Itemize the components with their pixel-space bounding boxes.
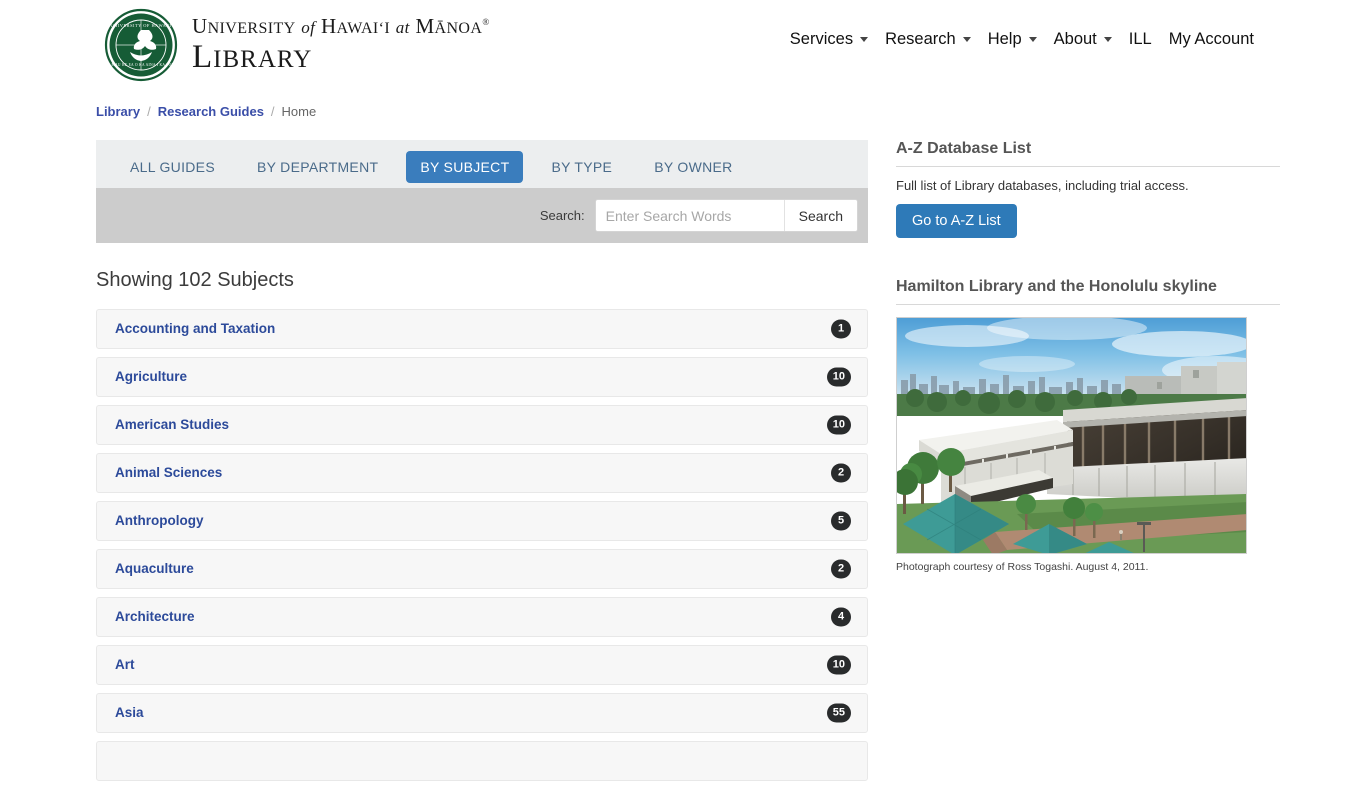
nav-item-about[interactable]: About <box>1054 30 1112 49</box>
subject-name[interactable]: Animal Sciences <box>115 465 222 480</box>
breadcrumb-separator: / <box>270 104 275 119</box>
search-bar: Search: Search <box>96 188 868 243</box>
az-database-box: A-Z Database List Full list of Library d… <box>896 140 1280 238</box>
subject-row-agriculture[interactable]: Agriculture 10 <box>96 356 868 397</box>
nav-label: Help <box>987 30 1022 48</box>
subject-name[interactable]: Accounting and Taxation <box>115 321 275 336</box>
breadcrumb-separator: / <box>147 104 151 119</box>
site-header: UNIVERSITY OF HAWAI'I UA MAU KE EA O KA … <box>0 0 1366 92</box>
wordmark-of: of <box>301 18 316 37</box>
wordmark-manoa-rest: ĀNOA <box>434 20 483 37</box>
nav-item-research[interactable]: Research <box>885 30 971 49</box>
wordmark-university-cap: U <box>192 14 208 38</box>
main-navigation: Services Research Help About ILL My Acco… <box>790 30 1254 49</box>
breadcrumb-item-research-guides[interactable]: Research Guides <box>158 104 264 119</box>
nav-label: About <box>1053 30 1097 48</box>
tab-by-owner[interactable]: BY OWNER <box>640 151 746 183</box>
wordmark-registered-mark: ® <box>482 17 490 27</box>
nav-label: Services <box>789 30 854 48</box>
chevron-down-icon <box>962 37 971 42</box>
tab-by-type[interactable]: BY TYPE <box>537 151 626 183</box>
search-input[interactable] <box>595 200 784 231</box>
nav-item-ill[interactable]: ILL <box>1129 30 1152 49</box>
subject-row-art[interactable]: Art 10 <box>96 644 868 685</box>
nav-item-services[interactable]: Services <box>789 30 869 49</box>
nav-label: ILL <box>1128 30 1152 48</box>
subject-name[interactable]: Asia <box>115 705 144 720</box>
breadcrumb-item-home: Home <box>281 104 317 119</box>
subject-guide-count-badge: 10 <box>826 655 851 675</box>
wordmark-hawaii-rest: AWAIʻI <box>336 20 391 37</box>
nav-item-help[interactable]: Help <box>988 30 1037 49</box>
breadcrumb-item-library[interactable]: Library <box>96 104 140 119</box>
search-input-group: Search <box>594 199 858 232</box>
subject-guide-count-badge: 10 <box>826 367 851 387</box>
hamilton-library-photo-box: Hamilton Library and the Honolulu skylin… <box>896 278 1280 573</box>
subject-row-aquaculture[interactable]: Aquaculture 2 <box>96 548 868 589</box>
subject-row-architecture[interactable]: Architecture 4 <box>96 596 868 637</box>
search-button[interactable]: Search <box>783 200 857 231</box>
subject-row-american-studies[interactable]: American Studies 10 <box>96 404 868 445</box>
go-to-az-list-button[interactable]: Go to A-Z List <box>896 204 1017 238</box>
sidebar-column: A-Z Database List Full list of Library d… <box>896 140 1280 573</box>
subject-name[interactable]: Agriculture <box>115 369 187 384</box>
subject-guide-count-badge: 2 <box>831 559 851 579</box>
main-column: ALL GUIDES BY DEPARTMENT BY SUBJECT BY T… <box>96 140 868 789</box>
photo-caption: Photograph courtesy of Ross Togashi. Aug… <box>896 561 1149 573</box>
tab-by-subject[interactable]: BY SUBJECT <box>406 151 524 183</box>
subject-row-animal-sciences[interactable]: Animal Sciences 2 <box>96 452 868 493</box>
az-database-description: Full list of Library databases, includin… <box>896 178 1189 193</box>
wordmark-hawaii-cap: H <box>320 14 337 38</box>
subject-guide-count-badge: 10 <box>826 415 851 435</box>
tab-all-guides[interactable]: ALL GUIDES <box>116 151 229 183</box>
subject-name[interactable]: Anthropology <box>115 513 203 528</box>
nav-label: My Account <box>1168 30 1254 48</box>
results-count-heading: Showing 102 Subjects <box>96 269 294 291</box>
subject-name[interactable]: Art <box>115 657 135 672</box>
wordmark-at: at <box>395 18 410 37</box>
chevron-down-icon <box>860 37 869 42</box>
chevron-down-icon <box>1103 37 1112 42</box>
tab-by-department[interactable]: BY DEPARTMENT <box>243 151 392 183</box>
chevron-down-icon <box>1028 37 1037 42</box>
photo-box-title: Hamilton Library and the Honolulu skylin… <box>896 278 1280 305</box>
subject-list: Accounting and Taxation 1 Agriculture 10… <box>96 308 868 781</box>
subject-name[interactable]: Architecture <box>115 609 195 624</box>
subject-name[interactable]: American Studies <box>115 417 229 432</box>
subject-guide-count-badge: 5 <box>831 511 851 531</box>
uh-manoa-seal-icon: UNIVERSITY OF HAWAI'I UA MAU KE EA O KA … <box>104 8 178 82</box>
subject-guide-count-badge: 1 <box>831 319 851 339</box>
subject-guide-count-badge: 4 <box>831 607 851 627</box>
wordmark-library-cap: L <box>192 39 214 75</box>
wordmark-library-rest: IBRARY <box>213 46 313 73</box>
hamilton-library-photo <box>896 317 1247 554</box>
subject-row-anthropology[interactable]: Anthropology 5 <box>96 500 868 541</box>
subject-row-asia[interactable]: Asia 55 <box>96 692 868 733</box>
az-database-title: A-Z Database List <box>896 140 1280 167</box>
nav-item-my-account[interactable]: My Account <box>1169 30 1254 49</box>
site-brand[interactable]: UNIVERSITY OF HAWAI'I UA MAU KE EA O KA … <box>104 8 490 82</box>
subject-row-accounting-and-taxation[interactable]: Accounting and Taxation 1 <box>96 308 868 349</box>
breadcrumb: Library / Research Guides / Home <box>96 104 316 119</box>
wordmark-manoa-cap: M <box>415 14 435 38</box>
subject-guide-count-badge: 55 <box>826 703 851 723</box>
subject-row-partial-next[interactable] <box>96 740 868 781</box>
subject-guide-count-badge: 2 <box>831 463 851 483</box>
svg-text:UNIVERSITY OF HAWAI'I: UNIVERSITY OF HAWAI'I <box>110 23 171 28</box>
svg-text:UA MAU KE EA O KA AINA I KA PO: UA MAU KE EA O KA AINA I KA PONO <box>105 63 178 67</box>
nav-label: Research <box>885 30 956 48</box>
subject-name[interactable]: Aquaculture <box>115 561 194 576</box>
search-label: Search: <box>539 208 585 223</box>
wordmark-university-rest: NIVERSITY <box>207 20 296 37</box>
guide-filter-tabs: ALL GUIDES BY DEPARTMENT BY SUBJECT BY T… <box>96 140 868 188</box>
site-wordmark: UNIVERSITY of HAWAIʻI at MĀNOA® LIBRARY <box>192 16 490 74</box>
